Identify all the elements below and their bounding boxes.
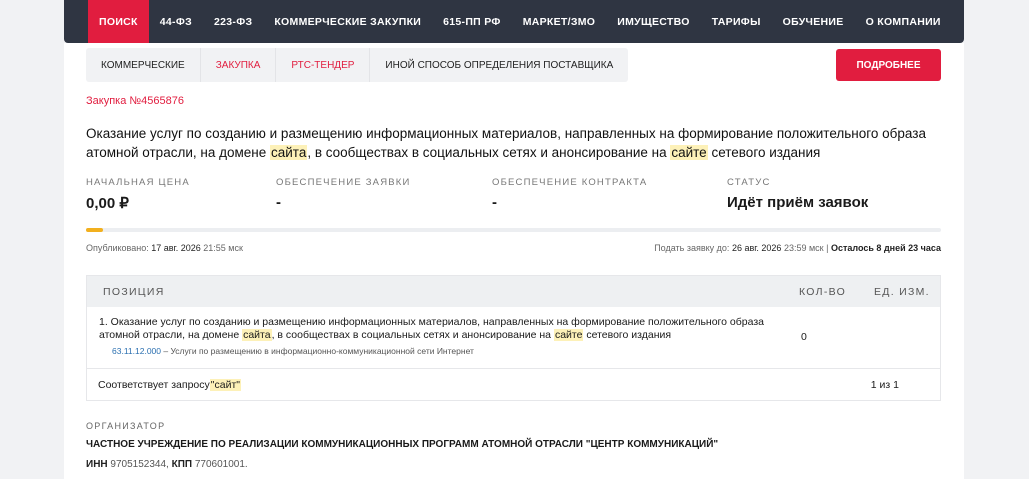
purchase-title[interactable]: Оказание услуг по созданию и размещению …: [86, 124, 936, 162]
stat-bid-security: ОБЕСПЕЧЕНИЕ ЗАЯВКИ -: [276, 177, 411, 211]
time-remaining: Осталось 8 дней 23 часа: [831, 243, 941, 253]
positions-table: ПОЗИЦИЯ КОЛ-ВО ЕД. ИЗМ. 1. Оказание услу…: [86, 275, 941, 401]
inn-value: 9705152344,: [107, 459, 169, 470]
deadline-date: 26 авг. 2026: [731, 243, 782, 253]
match-query: "сайт": [209, 378, 241, 391]
stat-label: ОБЕСПЕЧЕНИЕ КОНТРАКТА: [492, 177, 648, 188]
progress-fill: [86, 228, 104, 232]
stat-initial-price: НАЧАЛЬНАЯ ЦЕНА 0,00 ₽: [86, 177, 190, 212]
published-info: Опубликовано: 17 авг. 2026 21:55 мск: [86, 243, 243, 253]
details-button[interactable]: ПОДРОБНЕЕ: [836, 49, 941, 81]
title-text: сетевого издания: [707, 145, 821, 160]
nav-item-615pp[interactable]: 615-ПП РФ: [432, 0, 512, 43]
row-highlight: сайте: [553, 329, 584, 341]
published-date: 17 авг. 2026: [151, 243, 201, 253]
okpd-code: 63.11.12.000 – Услуги по размещению в ин…: [112, 346, 474, 356]
nav-item-tariffs[interactable]: ТАРИФЫ: [701, 0, 772, 43]
match-label: Соответствует запросу: [98, 378, 210, 391]
stat-label: СТАТУС: [727, 177, 771, 188]
deadline-time: 23:59 мск: [783, 243, 824, 253]
title-highlight: сайта: [269, 145, 308, 160]
tag-method[interactable]: ИНОЙ СПОСОБ ОПРЕДЕЛЕНИЯ ПОСТАВЩИКА: [370, 48, 628, 82]
organizer-name[interactable]: ЧАСТНОЕ УЧРЕЖДЕНИЕ ПО РЕАЛИЗАЦИИ КОММУНИ…: [86, 439, 718, 450]
deadline-separator: |: [826, 243, 829, 253]
table-row: 1. Оказание услуг по созданию и размещен…: [87, 307, 940, 369]
published-label: Опубликовано:: [86, 243, 149, 253]
kpp-label: КПП: [171, 459, 193, 470]
tag-commercial[interactable]: КОММЕРЧЕСКИЕ: [86, 48, 201, 82]
purchase-number[interactable]: Закупка №4565876: [86, 95, 184, 107]
match-count: 1 из 1: [870, 378, 899, 391]
match-row: Соответствует запросу "сайт" 1 из 1: [87, 369, 940, 400]
deadline-label: Подать заявку до:: [654, 243, 730, 253]
stat-value: 0,00 ₽: [86, 195, 129, 212]
row-highlight: сайта: [242, 329, 272, 341]
tag-purchase[interactable]: ЗАКУПКА: [201, 48, 277, 82]
top-nav: ПОИСК 44-ФЗ 223-ФЗ КОММЕРЧЕСКИЕ ЗАКУПКИ …: [64, 0, 964, 43]
kpp-value: 770601001.: [192, 459, 248, 470]
inn-label: ИНН: [86, 459, 108, 470]
deadline-progress: [86, 228, 941, 232]
purchase-card: КОММЕРЧЕСКИЕ ЗАКУПКА РТС-ТЕНДЕР ИНОЙ СПО…: [64, 43, 964, 479]
okpd-description: – Услуги по размещению в информационно-к…: [161, 346, 474, 356]
position-quantity: 0: [801, 331, 807, 343]
stat-label: НАЧАЛЬНАЯ ЦЕНА: [86, 177, 190, 188]
nav-item-training[interactable]: ОБУЧЕНИЕ: [772, 0, 855, 43]
column-unit: ЕД. ИЗМ.: [874, 285, 930, 298]
nav-item-commercial[interactable]: КОММЕРЧЕСКИЕ ЗАКУПКИ: [263, 0, 432, 43]
position-description: 1. Оказание услуг по созданию и размещен…: [99, 316, 779, 342]
purchase-tags: КОММЕРЧЕСКИЕ ЗАКУПКА РТС-ТЕНДЕР ИНОЙ СПО…: [86, 48, 629, 82]
title-highlight: сайте: [670, 145, 708, 160]
okpd-code-link[interactable]: 63.11.12.000: [112, 346, 161, 356]
nav-item-search[interactable]: ПОИСК: [88, 0, 149, 43]
published-time: 21:55 мск: [203, 243, 243, 253]
column-quantity: КОЛ-ВО: [799, 285, 847, 298]
stat-contract-security: ОБЕСПЕЧЕНИЕ КОНТРАКТА -: [492, 177, 647, 211]
nav-item-market[interactable]: МАРКЕТ/ЗМО: [512, 0, 607, 43]
column-position: ПОЗИЦИЯ: [103, 285, 165, 298]
organizer-ids: ИНН 9705152344, КПП 770601001.: [86, 459, 248, 470]
stat-value: -: [276, 194, 281, 211]
row-text: сетевого издания: [583, 329, 672, 341]
nav-item-about[interactable]: О КОМПАНИИ: [855, 0, 952, 43]
stat-status: СТАТУС Идёт приём заявок: [727, 177, 868, 211]
row-text: , в сообществах в социальных сетях и ано…: [271, 329, 554, 341]
deadline-info: Подать заявку до: 26 авг. 2026 23:59 мск…: [654, 243, 941, 253]
stat-value: Идёт приём заявок: [727, 194, 869, 211]
table-header: ПОЗИЦИЯ КОЛ-ВО ЕД. ИЗМ.: [87, 276, 940, 307]
nav-item-44fz[interactable]: 44-ФЗ: [149, 0, 203, 43]
stat-label: ОБЕСПЕЧЕНИЕ ЗАЯВКИ: [276, 177, 411, 188]
nav-item-223fz[interactable]: 223-ФЗ: [203, 0, 263, 43]
nav-item-property[interactable]: ИМУЩЕСТВО: [606, 0, 700, 43]
title-text: , в сообществах в социальных сетях и ано…: [307, 145, 671, 160]
stat-value: -: [492, 194, 497, 211]
organizer-label: ОРГАНИЗАТОР: [86, 421, 166, 431]
tag-platform[interactable]: РТС-ТЕНДЕР: [276, 48, 371, 82]
